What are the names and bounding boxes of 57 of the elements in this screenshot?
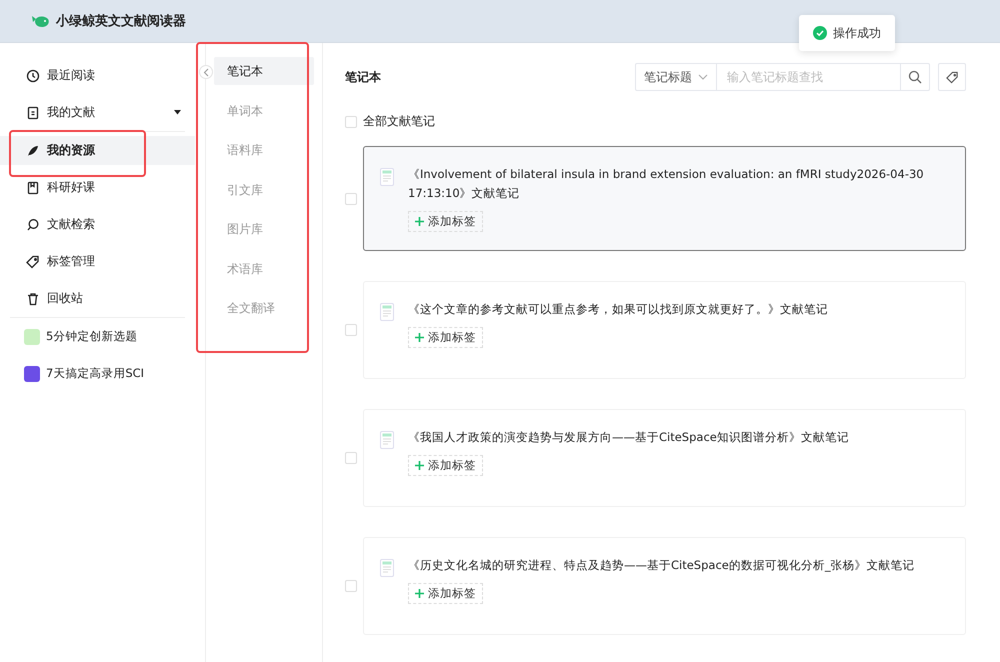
plus-icon	[415, 333, 424, 342]
promo-link[interactable]: 7天搞定高录用SCI	[0, 359, 195, 388]
note-card[interactable]: 《我国人才政策的演变趋势与发展方向——基于CiteSpace知识图谱分析》文献笔记 添加标签	[363, 409, 966, 507]
note-title: 《Involvement of bilateral insula in brand extension evaluation: an fMRI study2026-04-30 17:13:10》文献笔记	[408, 166, 925, 202]
checkbox[interactable]	[345, 192, 357, 204]
add-tag-button[interactable]: 添加标签	[408, 583, 483, 604]
note-document-icon	[380, 431, 394, 449]
nav-icon	[26, 254, 40, 268]
checkbox[interactable]	[345, 452, 357, 464]
note-document-icon	[380, 559, 394, 577]
sidebar-item[interactable]: 文献检索	[0, 210, 195, 239]
sidebar-item[interactable]: 我的文献	[0, 98, 195, 127]
checkbox[interactable]	[345, 116, 357, 128]
add-tag-button[interactable]: 添加标签	[408, 327, 483, 348]
search-button[interactable]	[900, 63, 930, 91]
note-title: 《我国人才政策的演变趋势与发展方向——基于CiteSpace知识图谱分析》文献笔记	[408, 429, 850, 446]
chevron-down-icon	[698, 74, 708, 80]
tag-button[interactable]	[938, 63, 966, 91]
filter-dropdown[interactable]: 笔记标题	[635, 63, 717, 91]
note-card[interactable]: 《历史文化名城的研究进程、特点及趋势——基于CiteSpace的数据可视化分析_张杨》文献笔记 添加标签	[363, 537, 966, 635]
checkbox[interactable]	[345, 324, 357, 336]
promo-link[interactable]: 5分钟定创新选题	[0, 322, 195, 351]
subnav-item[interactable]: 笔记本	[214, 57, 314, 85]
plus-icon	[415, 589, 424, 598]
sidebar-item[interactable]: 我的资源	[0, 136, 195, 165]
add-tag-button[interactable]: 添加标签	[408, 455, 483, 476]
caret-icon	[174, 110, 181, 115]
note-document-icon	[380, 168, 394, 186]
plus-icon	[415, 217, 424, 226]
nav-icon	[26, 292, 40, 306]
sidebar-item[interactable]: 最近阅读	[0, 61, 195, 90]
nav-icon	[26, 144, 40, 158]
chevron-left-icon	[203, 68, 209, 76]
note-document-icon	[380, 303, 394, 321]
add-tag-button[interactable]: 添加标签	[408, 211, 483, 232]
page-title: 笔记本	[345, 68, 382, 86]
sidebar-item[interactable]: 科研好课	[0, 173, 195, 202]
note-title: 《这个文章的参考文献可以重点参考，如果可以找到原文就更好了。》文献笔记	[408, 301, 829, 318]
check-circle-icon	[813, 26, 827, 40]
sidebar-item[interactable]: 回收站	[0, 284, 195, 313]
search-icon	[908, 70, 922, 84]
note-title: 《历史文化名城的研究进程、特点及趋势——基于CiteSpace的数据可视化分析_张杨》文献笔记	[408, 557, 916, 574]
plus-icon	[415, 461, 424, 470]
nav-icon	[26, 68, 40, 82]
nav-icon	[26, 180, 40, 194]
checkbox[interactable]	[345, 580, 357, 592]
app-title: 小绿鲸英文文献阅读器	[56, 12, 186, 30]
toast-message: 操作成功	[833, 24, 881, 42]
sidebar-item[interactable]: 标签管理	[0, 247, 195, 276]
nav-icon	[26, 218, 40, 232]
note-card[interactable]: 《Involvement of bilateral insula in brand extension evaluation: an fMRI study2026-04-30 17:13:10》文献笔记 添加标签	[363, 146, 966, 251]
tag-icon	[946, 70, 958, 84]
note-card[interactable]: 《这个文章的参考文献可以重点参考，如果可以找到原文就更好了。》文献笔记 添加标签	[363, 281, 966, 379]
select-all-label: 全部文献笔记	[363, 113, 435, 130]
collapse-button[interactable]	[199, 65, 213, 79]
search-field[interactable]: 输入笔记标题查找	[717, 63, 900, 91]
nav-icon	[26, 106, 40, 120]
